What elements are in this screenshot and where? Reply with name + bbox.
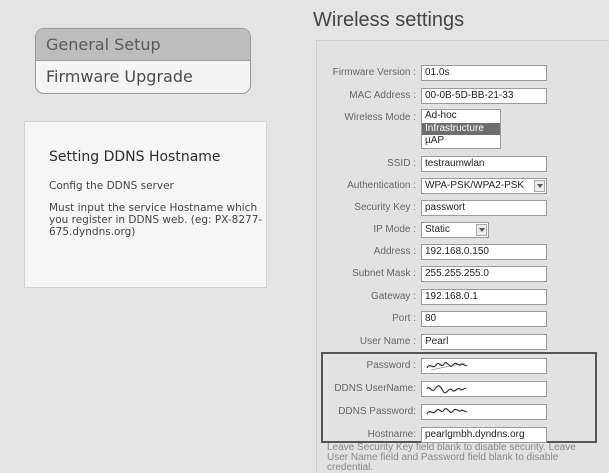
security-key-label: Security Key : [354, 202, 416, 213]
user-name-label: User Name : [359, 336, 416, 347]
captcha-icon [426, 385, 467, 394]
wireless-mode-label: Wireless Mode : [344, 112, 416, 123]
subnet-mask-label: Subnet Mask : [352, 268, 416, 279]
mac-address-label: MAC Address : [349, 90, 416, 101]
subnet-mask-input[interactable]: 255.255.255.0 [421, 266, 547, 282]
password-input[interactable] [421, 358, 547, 374]
mac-address-value: 00-0B-5D-BB-21-33 [421, 88, 547, 104]
chevron-down-icon[interactable] [476, 224, 487, 236]
hostname-label: Hostname: [367, 429, 416, 440]
wireless-mode-option-adhoc[interactable]: Ad-hoc [422, 110, 500, 123]
help-title: Setting DDNS Hostname [49, 149, 221, 165]
firmware-version-label: Firmware Version : [332, 67, 416, 78]
captcha-icon [426, 362, 468, 371]
gateway-label: Gateway : [370, 291, 416, 302]
address-input[interactable]: 192.168.0.150 [421, 244, 547, 260]
port-input[interactable]: 80 [421, 311, 547, 327]
ssid-label: SSID : [387, 158, 416, 169]
wireless-mode-option-uap[interactable]: µAP [422, 135, 500, 148]
page-title: Wireless settings [313, 9, 465, 31]
hostname-input[interactable]: pearlgmbh.dyndns.org [421, 427, 547, 443]
help-panel: Setting DDNS Hostname Config the DDNS se… [24, 121, 267, 288]
firmware-version-value: 01.0s [421, 65, 547, 81]
user-name-input[interactable]: Pearl [421, 334, 547, 350]
ip-mode-value: Static [425, 224, 451, 235]
side-menu: General Setup Firmware Upgrade [35, 28, 251, 94]
security-key-input[interactable]: passwort [421, 200, 547, 216]
port-label: Port : [392, 313, 416, 324]
wireless-mode-listbox[interactable]: Ad-hoc Infrastructure µAP [421, 109, 501, 149]
authentication-select[interactable]: WPA-PSK/WPA2-PSK [421, 178, 547, 194]
ip-mode-select[interactable]: Static [421, 222, 489, 238]
wireless-mode-option-infrastructure[interactable]: Infrastructure [422, 122, 500, 135]
ddns-username-label: DDNS UserName: [334, 383, 416, 394]
help-text: Must input the service Hostname which yo… [49, 202, 263, 238]
ssid-input[interactable]: testraumwlan [421, 156, 547, 172]
gateway-input[interactable]: 192.168.0.1 [421, 289, 547, 305]
chevron-down-icon[interactable] [534, 180, 545, 192]
ddns-password-label: DDNS Password: [338, 406, 416, 417]
menu-item-general-setup[interactable]: General Setup [36, 29, 250, 61]
password-label: Password : [366, 360, 416, 371]
help-text: Config the DDNS server [49, 180, 174, 192]
ddns-username-input[interactable] [421, 381, 547, 397]
authentication-label: Authentication : [347, 180, 416, 191]
authentication-value: WPA-PSK/WPA2-PSK [425, 180, 525, 191]
address-label: Address : [373, 246, 416, 257]
ddns-password-input[interactable] [421, 404, 547, 420]
ip-mode-label: IP Mode : [373, 224, 416, 235]
captcha-icon [426, 408, 468, 415]
menu-item-firmware-upgrade[interactable]: Firmware Upgrade [36, 61, 250, 93]
help-notes: Leave Security Key field blank to disabl… [327, 442, 576, 473]
